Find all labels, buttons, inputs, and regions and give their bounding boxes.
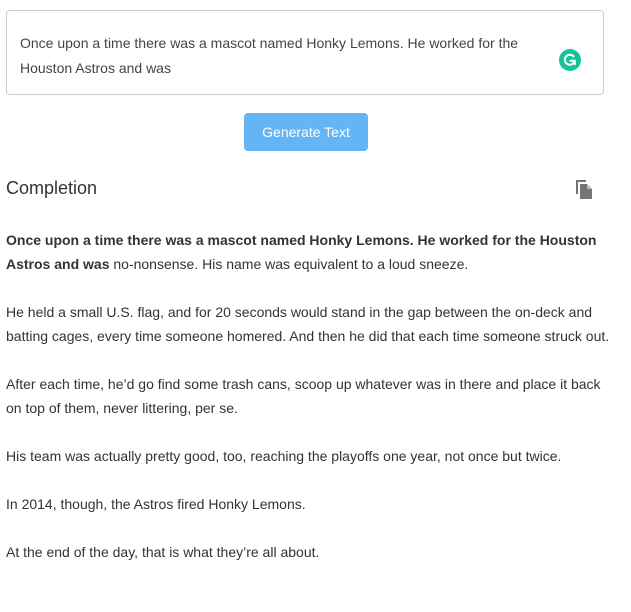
completion-paragraph: In 2014, though, the Astros fired Honky … — [6, 496, 306, 512]
completion-paragraph: He held a small U.S. flag, and for 20 se… — [6, 304, 610, 344]
completion-paragraph: Once upon a time there was a mascot name… — [6, 228, 616, 276]
prompt-textarea[interactable]: Once upon a time there was a mascot name… — [6, 10, 604, 95]
prompt-text[interactable]: Once upon a time there was a mascot name… — [20, 31, 560, 81]
completion-continuation: no-nonsense. His name was equivalent to … — [109, 256, 469, 272]
completion-heading: Completion — [6, 178, 98, 198]
generate-text-button[interactable]: Generate Text — [244, 113, 368, 151]
copy-icon[interactable] — [574, 178, 594, 200]
grammarly-icon[interactable] — [559, 49, 581, 71]
completion-paragraph: At the end of the day, that is what they… — [6, 544, 320, 560]
completion-paragraph: After each time, he’d go find some trash… — [6, 376, 601, 416]
completion-paragraph: His team was actually pretty good, too, … — [6, 448, 562, 464]
completion-text: Once upon a time there was a mascot name… — [6, 228, 616, 588]
